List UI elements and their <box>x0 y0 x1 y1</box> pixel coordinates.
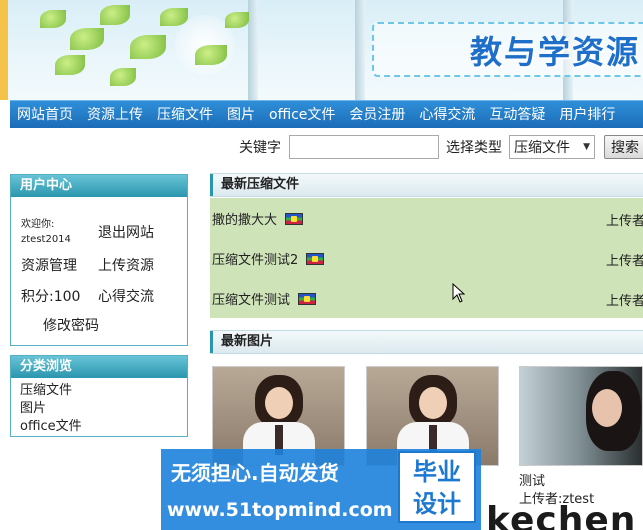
category-item-zip[interactable]: 压缩文件 <box>20 382 187 400</box>
thumb-face <box>419 387 447 419</box>
zip-item-uploader: 上传者 <box>606 214 643 229</box>
flag-icon <box>306 252 325 265</box>
nav-exchange[interactable]: 心得交流 <box>412 101 482 129</box>
category-item-image[interactable]: 图片 <box>20 400 187 418</box>
category-list: 压缩文件 图片 office文件 <box>11 378 187 436</box>
watermark-url: www.51topmind.com <box>167 499 393 521</box>
zip-item-uploader: 上传者 <box>606 294 643 309</box>
leaf-decoration <box>70 28 104 50</box>
welcome-text: 欢迎你: <box>21 219 55 230</box>
latest-zip-title: 最新压缩文件 <box>210 173 643 197</box>
leaf-decoration <box>130 35 166 59</box>
leaf-decoration <box>100 5 130 25</box>
flag-icon <box>298 292 317 305</box>
watermark-line1: 无须担心.自动发货 <box>171 461 339 485</box>
category-item-office[interactable]: office文件 <box>20 418 187 436</box>
category-title: 分类浏览 <box>11 356 187 378</box>
watermark-badge-line2: 设计 <box>413 490 461 518</box>
zip-item-name[interactable]: 撒的撒大大 <box>212 209 277 228</box>
window-frame <box>248 0 258 100</box>
leaf-decoration <box>225 12 249 28</box>
nav-home[interactable]: 网站首页 <box>10 101 80 129</box>
watermark-side-text: kechen <box>486 500 637 530</box>
search-bar: 关键字 选择类型 压缩文件 ▼ 搜索 <box>10 128 643 166</box>
window-frame <box>355 0 365 100</box>
latest-zip-list: 撒的撒大大 压缩文件测试2 压缩文件测试 <box>210 198 643 318</box>
leaf-decoration <box>160 8 188 26</box>
leaf-decoration <box>195 45 227 65</box>
nav-qa[interactable]: 互动答疑 <box>482 101 552 129</box>
points-text: 积分:100 <box>21 289 81 305</box>
banner-left-strip <box>0 0 8 100</box>
watermark-badge: 毕业 设计 <box>398 451 476 523</box>
zip-item-uploader: 上传者 <box>606 254 643 269</box>
nav-office[interactable]: office文件 <box>262 101 342 129</box>
image-caption[interactable]: 测试 <box>519 470 545 489</box>
leaf-decoration <box>110 68 136 86</box>
main-nav: 网站首页 资源上传 压缩文件 图片 office文件 会员注册 心得交流 互动答… <box>10 100 643 128</box>
thumb-face <box>592 389 622 427</box>
user-center-body: 欢迎你: ztest2014 退出网站 资源管理 上传资源 积分:100 心得交… <box>11 197 187 345</box>
list-item[interactable]: 撒的撒大大 <box>212 209 304 228</box>
zip-item-name[interactable]: 压缩文件测试 <box>212 289 290 308</box>
keyword-input[interactable] <box>289 135 439 159</box>
type-select-value: 压缩文件 <box>514 140 570 156</box>
site-banner: 教与学资源 <box>0 0 643 100</box>
user-center-title: 用户中心 <box>11 175 187 197</box>
banner-title: 教与学资源 <box>470 33 641 71</box>
nav-upload[interactable]: 资源上传 <box>80 101 150 129</box>
list-item[interactable]: 压缩文件测试2 <box>212 249 325 268</box>
zip-item-name[interactable]: 压缩文件测试2 <box>212 249 298 268</box>
user-center-panel: 用户中心 欢迎你: ztest2014 退出网站 资源管理 上传资源 积分:10… <box>10 174 188 346</box>
flag-icon <box>285 212 304 225</box>
username: ztest2014 <box>21 234 71 245</box>
leaf-decoration <box>40 10 66 28</box>
watermark-badge-line1: 毕业 <box>413 458 461 486</box>
nav-register[interactable]: 会员注册 <box>342 101 412 129</box>
exchange-link[interactable]: 心得交流 <box>98 286 154 306</box>
mouse-cursor-icon <box>452 283 466 303</box>
type-select[interactable]: 压缩文件 ▼ <box>509 135 595 159</box>
chevron-down-icon: ▼ <box>583 142 590 152</box>
keyword-label: 关键字 <box>239 140 281 156</box>
latest-images-title: 最新图片 <box>210 330 643 354</box>
image-thumbnail[interactable] <box>519 366 643 466</box>
leaf-decoration <box>55 55 85 75</box>
upload-resource-link[interactable]: 上传资源 <box>98 255 154 275</box>
page-root: 教与学资源 网站首页 资源上传 压缩文件 图片 office文件 会员注册 心得… <box>0 0 643 530</box>
logout-link[interactable]: 退出网站 <box>98 222 154 242</box>
nav-ranking[interactable]: 用户排行 <box>552 101 622 129</box>
change-password-link[interactable]: 修改密码 <box>43 315 99 335</box>
watermark-overlay: 无须担心.自动发货 www.51topmind.com 毕业 设计 <box>161 449 481 530</box>
type-label: 选择类型 <box>446 140 502 156</box>
resource-manage-link[interactable]: 资源管理 <box>21 255 77 275</box>
nav-zip[interactable]: 压缩文件 <box>150 101 220 129</box>
search-button[interactable]: 搜索 <box>604 135 643 159</box>
nav-images[interactable]: 图片 <box>220 101 262 129</box>
category-panel: 分类浏览 压缩文件 图片 office文件 <box>10 355 188 437</box>
list-item[interactable]: 压缩文件测试 <box>212 289 317 308</box>
thumb-face <box>265 387 293 419</box>
